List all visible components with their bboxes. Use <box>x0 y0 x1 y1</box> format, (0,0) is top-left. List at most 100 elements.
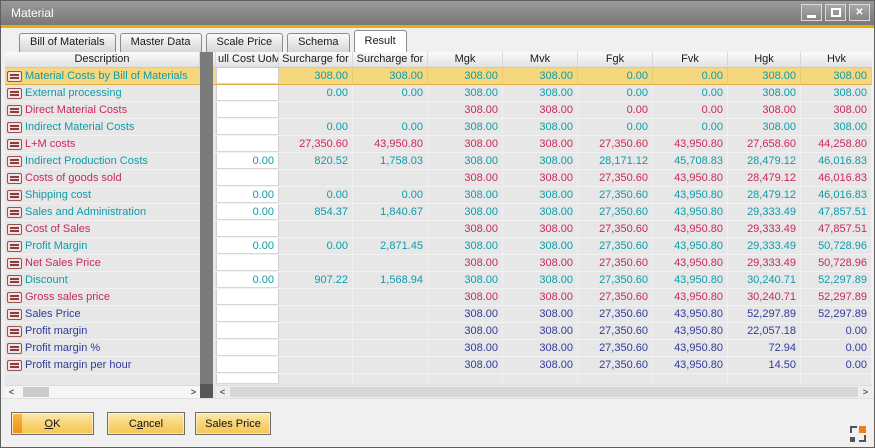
resize-grip-icon[interactable] <box>850 426 866 442</box>
cell-fvk[interactable]: 43,950.80 <box>653 357 728 373</box>
cell-hgk[interactable]: 29,333.49 <box>728 255 801 271</box>
row-details-icon[interactable] <box>7 122 22 133</box>
cell-description[interactable]: Discount <box>23 272 200 288</box>
cell-sur1[interactable] <box>279 255 353 271</box>
minimize-button[interactable] <box>801 4 822 21</box>
cell-fgk[interactable]: 27,350.60 <box>578 238 653 254</box>
cell-sur2[interactable]: 1,758.03 <box>353 153 428 169</box>
row-details-icon[interactable] <box>7 139 22 150</box>
cell-mvk[interactable]: 308.00 <box>503 340 578 356</box>
cell-mvk[interactable]: 308.00 <box>503 238 578 254</box>
cell-hvk[interactable]: 46,016.83 <box>801 153 872 169</box>
cell-mvk[interactable]: 308.00 <box>503 136 578 152</box>
cell-mgk[interactable]: 308.00 <box>428 119 503 135</box>
cell-description[interactable]: External processing <box>23 85 200 101</box>
cell-sur2[interactable] <box>353 221 428 237</box>
cell-hvk[interactable]: 46,016.83 <box>801 170 872 186</box>
cell-mvk[interactable]: 308.00 <box>503 102 578 118</box>
cell-full_cost[interactable]: 0.00 <box>216 272 279 288</box>
sales-price-button[interactable]: Sales Price <box>195 412 271 435</box>
tab-schema[interactable]: Schema <box>287 33 349 52</box>
cell-fvk[interactable]: 43,950.80 <box>653 221 728 237</box>
cell-description[interactable]: Sales Price <box>23 306 200 322</box>
cell-fgk[interactable]: 27,350.60 <box>578 204 653 220</box>
cell-hvk[interactable]: 0.00 <box>801 357 872 373</box>
row-details-icon[interactable] <box>7 258 22 269</box>
row-details-icon[interactable] <box>7 207 22 218</box>
cell-fvk[interactable]: 43,950.80 <box>653 136 728 152</box>
cell-fgk[interactable]: 27,350.60 <box>578 340 653 356</box>
cell-sur2[interactable] <box>353 102 428 118</box>
cell-mgk[interactable]: 308.00 <box>428 68 503 84</box>
cell-mvk[interactable]: 308.00 <box>503 255 578 271</box>
cell-fvk[interactable]: 0.00 <box>653 85 728 101</box>
row-details-icon[interactable] <box>7 71 22 82</box>
cell-mvk[interactable]: 308.00 <box>503 153 578 169</box>
cell-mgk[interactable]: 308.00 <box>428 85 503 101</box>
cell-hvk[interactable]: 308.00 <box>801 68 872 84</box>
cell-full_cost[interactable] <box>216 136 279 152</box>
cell-mvk[interactable]: 308.00 <box>503 306 578 322</box>
cell-description[interactable]: Profit margin <box>23 323 200 339</box>
row-details-icon[interactable] <box>7 105 22 116</box>
cell-mvk[interactable]: 308.00 <box>503 323 578 339</box>
cell-full_cost[interactable] <box>216 85 279 101</box>
cell-fvk[interactable]: 0.00 <box>653 68 728 84</box>
cell-hgk[interactable]: 308.00 <box>728 85 801 101</box>
cell-full_cost[interactable]: 0.00 <box>216 187 279 203</box>
cell-fvk[interactable]: 43,950.80 <box>653 272 728 288</box>
cell-hvk[interactable]: 50,728.96 <box>801 255 872 271</box>
cell-fvk[interactable]: 43,950.80 <box>653 204 728 220</box>
row-details-icon[interactable] <box>7 292 22 303</box>
cell-sur2[interactable]: 1,840.67 <box>353 204 428 220</box>
maximize-button[interactable] <box>825 4 846 21</box>
left-scrollbar-thumb[interactable] <box>23 387 49 397</box>
cell-full_cost[interactable] <box>216 68 279 84</box>
cell-mvk[interactable]: 308.00 <box>503 272 578 288</box>
cell-sur1[interactable]: 820.52 <box>279 153 353 169</box>
cell-full_cost[interactable]: 0.00 <box>216 153 279 169</box>
cell-sur1[interactable]: 0.00 <box>279 187 353 203</box>
left-horizontal-scrollbar[interactable]: < > <box>5 385 200 398</box>
tab-master-data[interactable]: Master Data <box>120 33 202 52</box>
scroll-left-icon[interactable]: < <box>216 386 229 398</box>
cell-fgk[interactable]: 0.00 <box>578 119 653 135</box>
cell-hgk[interactable]: 14.50 <box>728 357 801 373</box>
cell-fgk[interactable]: 27,350.60 <box>578 272 653 288</box>
tab-result[interactable]: Result <box>354 30 407 52</box>
cell-mvk[interactable]: 308.00 <box>503 357 578 373</box>
splitter-thumb[interactable] <box>200 384 213 398</box>
scroll-left-icon[interactable]: < <box>5 386 18 398</box>
scroll-right-icon[interactable]: > <box>187 386 200 398</box>
cell-mgk[interactable]: 308.00 <box>428 136 503 152</box>
cell-full_cost[interactable] <box>216 255 279 271</box>
cell-mgk[interactable]: 308.00 <box>428 204 503 220</box>
cell-mgk[interactable]: 308.00 <box>428 187 503 203</box>
cell-fgk[interactable]: 0.00 <box>578 102 653 118</box>
cell-fvk[interactable]: 0.00 <box>653 102 728 118</box>
cell-description[interactable]: Cost of Sales <box>23 221 200 237</box>
cell-mgk[interactable]: 308.00 <box>428 238 503 254</box>
cell-sur2[interactable]: 0.00 <box>353 85 428 101</box>
cell-fvk[interactable]: 43,950.80 <box>653 187 728 203</box>
cell-sur1[interactable]: 0.00 <box>279 238 353 254</box>
cell-description[interactable]: Material Costs by Bill of Materials <box>23 68 200 84</box>
cell-hvk[interactable]: 0.00 <box>801 323 872 339</box>
cell-hvk[interactable]: 44,258.80 <box>801 136 872 152</box>
cell-hgk[interactable]: 308.00 <box>728 119 801 135</box>
cell-hgk[interactable]: 29,333.49 <box>728 204 801 220</box>
cell-hgk[interactable]: 308.00 <box>728 68 801 84</box>
cell-sur1[interactable] <box>279 102 353 118</box>
cell-sur1[interactable]: 0.00 <box>279 119 353 135</box>
tab-bill-of-materials[interactable]: Bill of Materials <box>19 33 116 52</box>
cell-hgk[interactable]: 28,479.12 <box>728 187 801 203</box>
cell-sur1[interactable]: 854.37 <box>279 204 353 220</box>
close-button[interactable]: ✕ <box>849 4 870 21</box>
cell-fgk[interactable]: 27,350.60 <box>578 170 653 186</box>
cell-hgk[interactable]: 308.00 <box>728 102 801 118</box>
row-details-icon[interactable] <box>7 156 22 167</box>
cell-fgk[interactable]: 27,350.60 <box>578 136 653 152</box>
cell-fgk[interactable]: 0.00 <box>578 85 653 101</box>
cell-mvk[interactable]: 308.00 <box>503 187 578 203</box>
cell-mgk[interactable]: 308.00 <box>428 255 503 271</box>
